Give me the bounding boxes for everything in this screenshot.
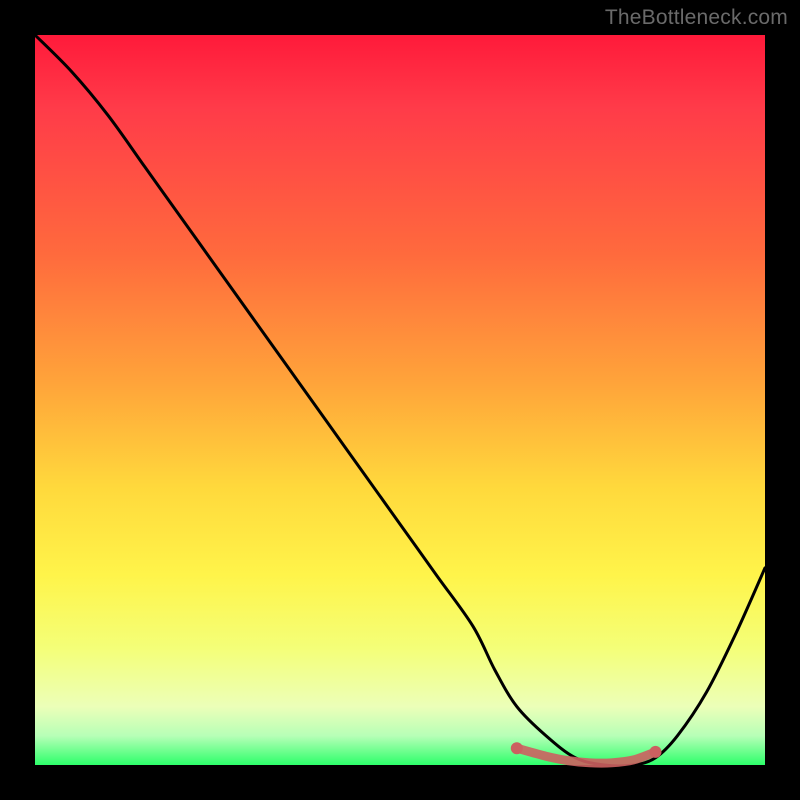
flat-region-endpoint [650,746,662,758]
plot-area [35,35,765,765]
flat-region-path [517,748,656,763]
chart-frame: TheBottleneck.com [0,0,800,800]
curve-svg [35,35,765,765]
bottleneck-curve-path [35,35,765,766]
flat-region-endpoint [511,742,523,754]
watermark-text: TheBottleneck.com [605,6,788,30]
